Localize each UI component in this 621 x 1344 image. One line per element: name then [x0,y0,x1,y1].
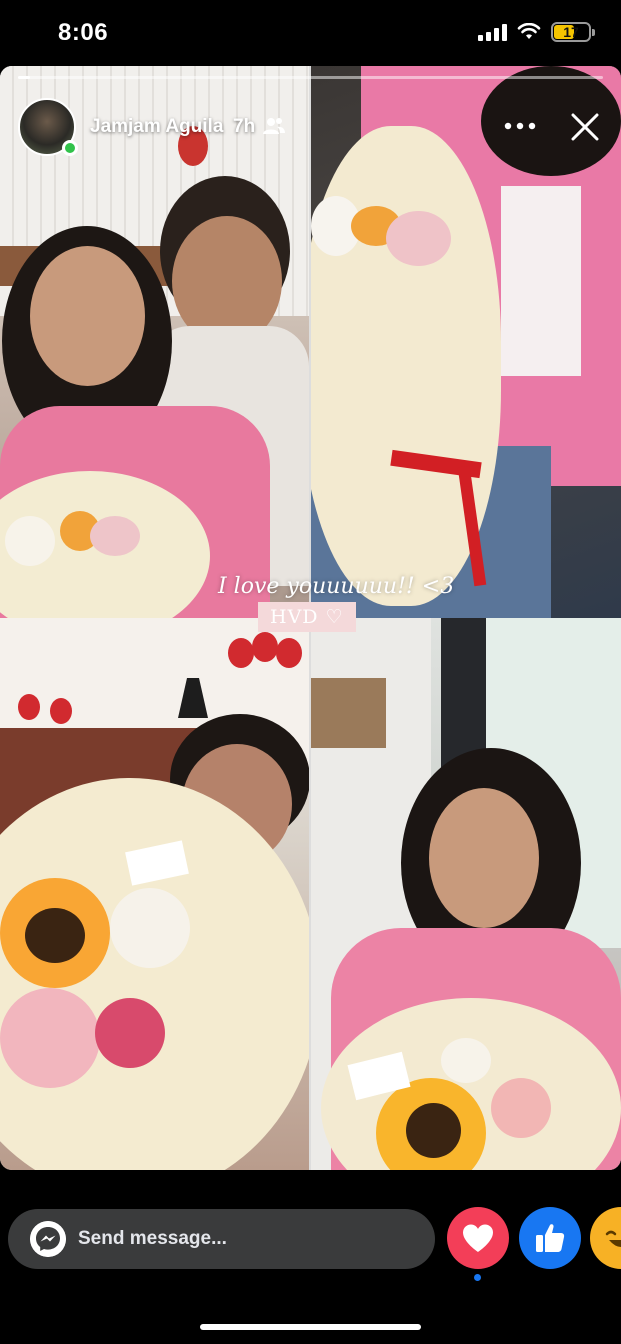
love-reaction-button[interactable] [447,1207,509,1269]
thumbs-up-icon [536,1224,565,1252]
battery-icon: 17 [551,22,595,42]
story-viewer[interactable]: Jamjam Aguila 7h I love youuuuuu!! <3 HV… [0,66,621,1170]
battery-level: 17 [563,24,579,40]
reaction-indicator-dot [474,1274,481,1281]
messenger-icon [30,1221,66,1257]
story-timestamp: 7h [233,116,256,137]
story-sticker-text: HVD ♡ [258,602,356,632]
online-status-icon [62,140,78,156]
friends-icon [263,118,285,134]
laughing-face-icon [605,1230,621,1247]
status-bar: 8:06 17 [0,0,621,66]
story-header: Jamjam Aguila 7h [18,96,603,160]
story-reply-bar: Send message... [0,1200,621,1281]
send-message-placeholder: Send message... [78,1228,227,1249]
story-photo-boy-bouquet [0,618,309,1170]
home-indicator[interactable] [200,1324,421,1330]
status-time: 8:06 [58,19,109,46]
close-icon[interactable] [568,110,602,144]
haha-reaction-button[interactable] [590,1207,621,1269]
send-message-input[interactable]: Send message... [8,1209,435,1269]
story-caption: I love youuuuuu!! <3 [218,574,455,599]
wifi-icon [517,23,541,39]
cellular-signal-icon [478,23,507,41]
like-reaction-button[interactable] [519,1207,581,1269]
story-photo-girl-bouquet [311,618,621,1170]
status-icons: 17 [478,22,595,42]
heart-icon [463,1224,493,1252]
more-options-button[interactable] [502,114,538,138]
story-progress-bar [18,76,603,79]
story-author-name[interactable]: Jamjam Aguila [90,116,223,138]
